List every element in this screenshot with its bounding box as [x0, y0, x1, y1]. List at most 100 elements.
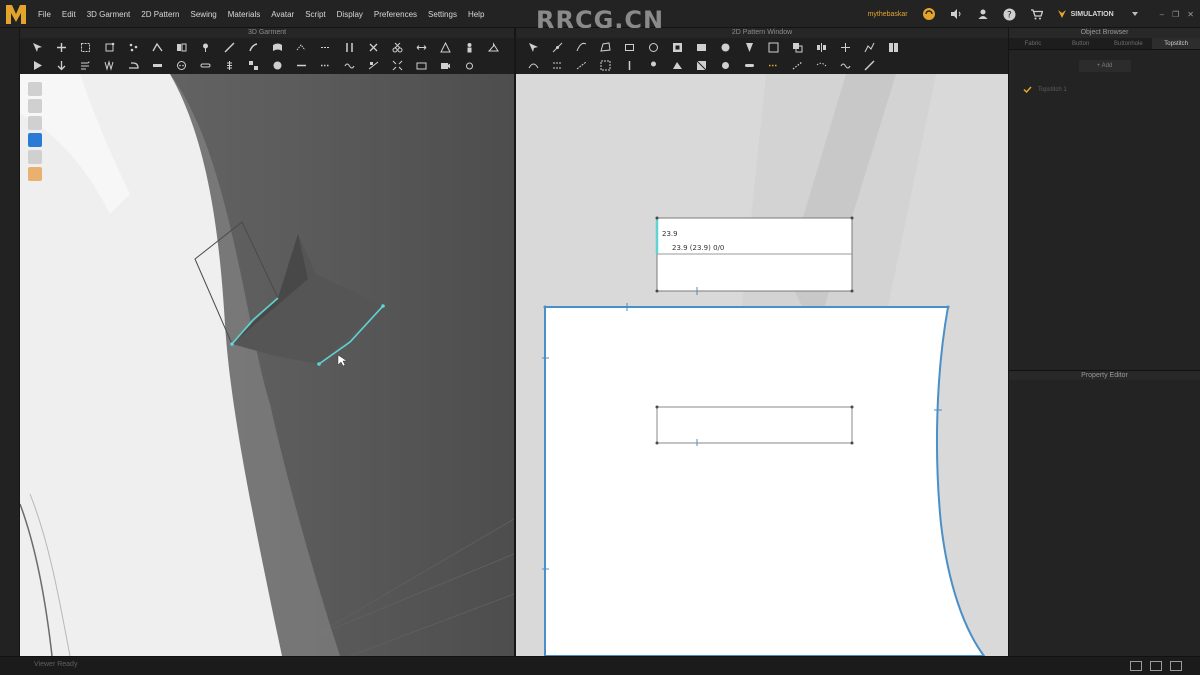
2d-edit-point-icon[interactable]	[552, 42, 563, 53]
tab-topstitch[interactable]: Topstitch	[1152, 38, 1200, 49]
simulate-icon[interactable]	[32, 60, 43, 71]
sync-icon[interactable]	[922, 7, 936, 21]
user-name[interactable]: mythebaskar	[868, 11, 908, 18]
minimize-icon[interactable]: –	[1160, 10, 1164, 19]
transform-icon[interactable]	[104, 42, 115, 53]
camera-icon[interactable]	[440, 60, 451, 71]
topstitch-icon[interactable]	[320, 60, 331, 71]
menu-avatar[interactable]: Avatar	[271, 10, 294, 19]
shrink-icon[interactable]	[392, 60, 403, 71]
2d-pin-icon[interactable]	[648, 60, 659, 71]
menu-file[interactable]: File	[38, 10, 51, 19]
2d-pattern-canvas[interactable]	[516, 74, 1008, 656]
camera-view-icon[interactable]	[28, 150, 42, 164]
2d-puckering-icon[interactable]	[840, 60, 851, 71]
menu-materials[interactable]: Materials	[228, 10, 260, 19]
menu-2d-pattern[interactable]: 2D Pattern	[141, 10, 179, 19]
iron-icon[interactable]	[128, 60, 139, 71]
app-logo-icon[interactable]	[4, 2, 28, 26]
2d-arrange-icon[interactable]	[888, 42, 899, 53]
2d-topstitch-icon[interactable]	[768, 60, 779, 71]
menu-settings[interactable]: Settings	[428, 10, 457, 19]
simulation-mode-selector[interactable]: SIMULATION	[1057, 9, 1138, 19]
close-icon[interactable]: ✕	[1187, 10, 1194, 19]
shape-icon[interactable]	[440, 41, 451, 53]
2d-unfold-icon[interactable]	[840, 42, 851, 53]
attach-icon[interactable]	[344, 42, 355, 53]
puckering-icon[interactable]	[344, 60, 355, 71]
2d-dart-icon[interactable]	[744, 42, 755, 53]
2d-free-topstitch-icon[interactable]	[816, 60, 827, 71]
select-tool-icon[interactable]	[32, 42, 43, 53]
2d-internal-polygon-icon[interactable]	[672, 42, 683, 53]
button-tool-icon[interactable]	[176, 60, 187, 71]
2d-ruler-icon[interactable]	[864, 60, 875, 71]
2d-seam-icon[interactable]	[528, 60, 539, 71]
zipper-icon[interactable]	[224, 60, 235, 71]
menu-3d-garment[interactable]: 3D Garment	[87, 10, 131, 19]
layout-single-icon[interactable]	[1130, 661, 1142, 671]
tack-icon[interactable]	[368, 42, 379, 53]
texture-icon[interactable]	[248, 60, 259, 71]
2d-rectangle-icon[interactable]	[624, 42, 635, 53]
list-item[interactable]: Topstitch 1	[1023, 86, 1067, 93]
2d-viewport[interactable]: 23.9 23.9 (23.9) 0/0	[516, 74, 1008, 656]
line-tool-icon[interactable]	[296, 60, 307, 71]
brush-icon[interactable]	[248, 42, 259, 53]
2d-internal-rect-icon[interactable]	[696, 42, 707, 53]
help-icon[interactable]: ?	[1003, 7, 1017, 21]
menu-script[interactable]: Script	[305, 10, 325, 19]
tab-fabric[interactable]: Fabric	[1009, 38, 1057, 49]
restore-icon[interactable]: ❐	[1172, 10, 1179, 19]
2d-graphic-icon[interactable]	[720, 60, 731, 71]
2d-segment-topstitch-icon[interactable]	[792, 60, 803, 71]
menu-edit[interactable]: Edit	[62, 10, 76, 19]
sew-icon[interactable]	[296, 42, 307, 53]
stretch-icon[interactable]	[416, 42, 427, 53]
layout-wide-icon[interactable]	[1170, 661, 1182, 671]
arrange-icon[interactable]	[176, 42, 187, 53]
2d-offset-icon[interactable]	[792, 42, 803, 53]
avatar-tool-icon[interactable]	[464, 42, 475, 53]
menu-display[interactable]: Display	[337, 10, 363, 19]
box-select-icon[interactable]	[80, 42, 91, 53]
tab-button[interactable]: Button	[1057, 38, 1105, 49]
fold-icon[interactable]	[152, 42, 163, 53]
2d-internal-circle-icon[interactable]	[720, 42, 731, 53]
measure-icon[interactable]	[224, 42, 235, 53]
cart-icon[interactable]	[1030, 7, 1044, 21]
hanger-icon[interactable]	[488, 41, 499, 53]
pleat-icon[interactable]	[104, 59, 115, 71]
layout-split-icon[interactable]	[1150, 661, 1162, 671]
avatar-toggle-icon[interactable]	[28, 167, 42, 181]
points-icon[interactable]	[128, 42, 139, 53]
sew-segment-icon[interactable]	[320, 42, 331, 53]
2d-check-sew-icon[interactable]	[600, 60, 611, 71]
garment-view-icon[interactable]	[28, 133, 42, 147]
fold-3d-icon[interactable]	[368, 60, 379, 71]
pin-icon[interactable]	[200, 42, 211, 53]
move-tool-icon[interactable]	[56, 42, 67, 53]
2d-select-icon[interactable]	[528, 42, 539, 53]
gravity-icon[interactable]	[56, 60, 67, 71]
texture-view-icon[interactable]	[28, 116, 42, 130]
add-button[interactable]: + Add	[1078, 60, 1131, 72]
menu-preferences[interactable]: Preferences	[374, 10, 417, 19]
speaker-icon[interactable]	[949, 7, 963, 21]
2d-free-sew-icon[interactable]	[576, 60, 587, 71]
2d-sym-icon[interactable]	[816, 42, 827, 53]
user-icon[interactable]	[976, 7, 990, 21]
cut-icon[interactable]	[392, 42, 403, 53]
3d-viewport[interactable]	[20, 74, 514, 656]
2d-fold-arrange-icon[interactable]	[672, 60, 683, 71]
2d-grading-icon[interactable]	[864, 42, 875, 53]
2d-buttonhole-icon[interactable]	[744, 60, 755, 71]
tab-buttonhole[interactable]: Buttonhole	[1105, 38, 1153, 49]
2d-notch-icon[interactable]	[624, 60, 635, 71]
2d-edit-curve-icon[interactable]	[576, 42, 587, 53]
fabric-icon[interactable]	[272, 42, 283, 53]
menu-help[interactable]: Help	[468, 10, 484, 19]
2d-polygon-icon[interactable]	[600, 41, 611, 53]
buttonhole-icon[interactable]	[200, 60, 211, 71]
2d-segment-sew-icon[interactable]	[552, 60, 563, 71]
